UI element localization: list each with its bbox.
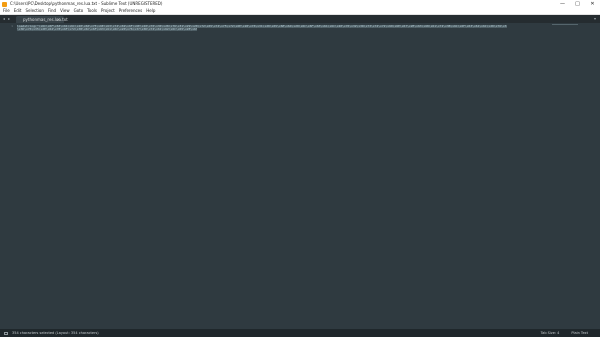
editor-area[interactable]: 1 loadstring("\x6C\x6F\x63\x61\x6C\x20\x…: [0, 23, 600, 329]
menu-find[interactable]: Find: [48, 8, 56, 14]
sublime-text-icon: [2, 1, 7, 7]
menu-file[interactable]: File: [3, 8, 10, 14]
panel-toggle-icon[interactable]: [4, 331, 8, 335]
title-bar: C:\Users\PC\Desktop\pythonmas_res.lua.tx…: [0, 0, 600, 8]
menu-preferences[interactable]: Preferences: [119, 8, 143, 14]
menu-help[interactable]: Help: [146, 8, 155, 14]
maximize-button[interactable]: □: [570, 0, 585, 8]
selection-status: 354 characters selected (Layout: 354 cha…: [12, 331, 99, 335]
menu-view[interactable]: View: [60, 8, 70, 14]
status-right: Tab Size: 4 Plain Text: [541, 329, 600, 337]
tab-label: pythonmas_res.lua.txt: [23, 17, 68, 22]
tab-pythonmas-res[interactable]: pythonmas_res.lua.txt ×: [16, 16, 68, 23]
tab-close-icon[interactable]: ×: [57, 16, 60, 23]
window-title: C:\Users\PC\Desktop\pythonmas_res.lua.tx…: [10, 1, 163, 6]
tab-bar: ◂ ▸ pythonmas_res.lua.txt × ▾: [0, 15, 600, 23]
menu-tools[interactable]: Tools: [87, 8, 97, 14]
syntax-status[interactable]: Plain Text: [571, 329, 588, 337]
status-bar: 354 characters selected (Layout: 354 cha…: [0, 329, 600, 337]
tab-dropdown-icon[interactable]: ▾: [594, 15, 596, 23]
line-gutter: 1: [0, 23, 15, 329]
line-number: 1: [11, 24, 13, 28]
tab-nav-arrows-icon[interactable]: ◂ ▸: [0, 15, 14, 23]
menu-edit[interactable]: Edit: [14, 8, 22, 14]
menu-goto[interactable]: Goto: [74, 8, 84, 14]
minimap[interactable]: [552, 24, 578, 25]
code-line-selected[interactable]: \x3D\x76\x35\x2E\x62\x78\x6F\x72\x3B\x6C…: [17, 28, 197, 31]
window-controls: — □ ✕: [555, 0, 600, 8]
tab-size-status[interactable]: Tab Size: 4: [541, 329, 560, 337]
menu-bar: File Edit Selection Find View Goto Tools…: [0, 8, 600, 15]
menu-project[interactable]: Project: [101, 8, 115, 14]
menu-selection[interactable]: Selection: [25, 8, 43, 14]
close-button[interactable]: ✕: [585, 0, 600, 8]
minimize-button[interactable]: —: [555, 0, 570, 8]
